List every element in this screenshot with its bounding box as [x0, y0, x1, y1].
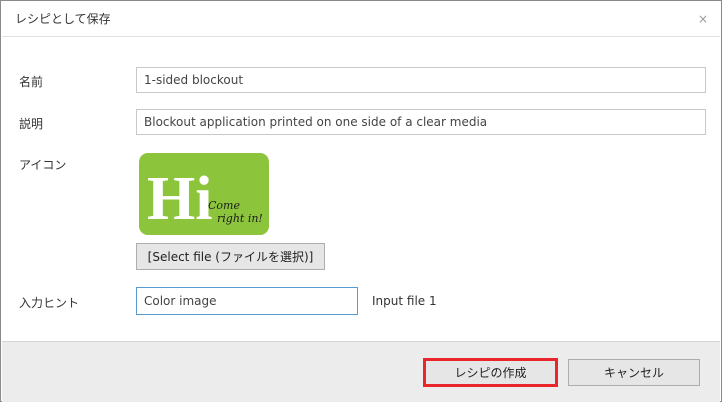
icon-script-line1: Come: [208, 199, 240, 212]
input-hint-label: 入力ヒント: [19, 296, 80, 310]
icon-main-text: Hi: [147, 165, 212, 233]
dialog-title: レシピとして保存: [15, 12, 111, 26]
select-file-button[interactable]: [Select file (ファイルを選択)]: [136, 243, 325, 270]
icon-script-line2: right in!: [217, 212, 263, 225]
hi-come-right-in-icon: Hi Come right in!: [139, 153, 269, 235]
cancel-button[interactable]: キャンセル: [568, 359, 700, 386]
icon-label: アイコン: [19, 158, 67, 172]
name-label: 名前: [19, 75, 44, 89]
input-file-label: Input file 1: [372, 294, 437, 308]
close-icon[interactable]: ×: [698, 12, 708, 26]
dialog-titlebar: レシピとして保存 ×: [2, 2, 720, 37]
save-as-recipe-dialog: レシピとして保存 × 名前 説明 アイコン Hi Come right in! …: [0, 0, 722, 402]
input-hint-input[interactable]: [136, 287, 358, 315]
name-input[interactable]: [136, 67, 706, 93]
description-input[interactable]: [136, 109, 706, 135]
description-label: 説明: [19, 117, 44, 131]
dialog-footer: レシピの作成 キャンセル: [2, 341, 720, 402]
create-recipe-button[interactable]: レシピの作成: [423, 358, 558, 387]
